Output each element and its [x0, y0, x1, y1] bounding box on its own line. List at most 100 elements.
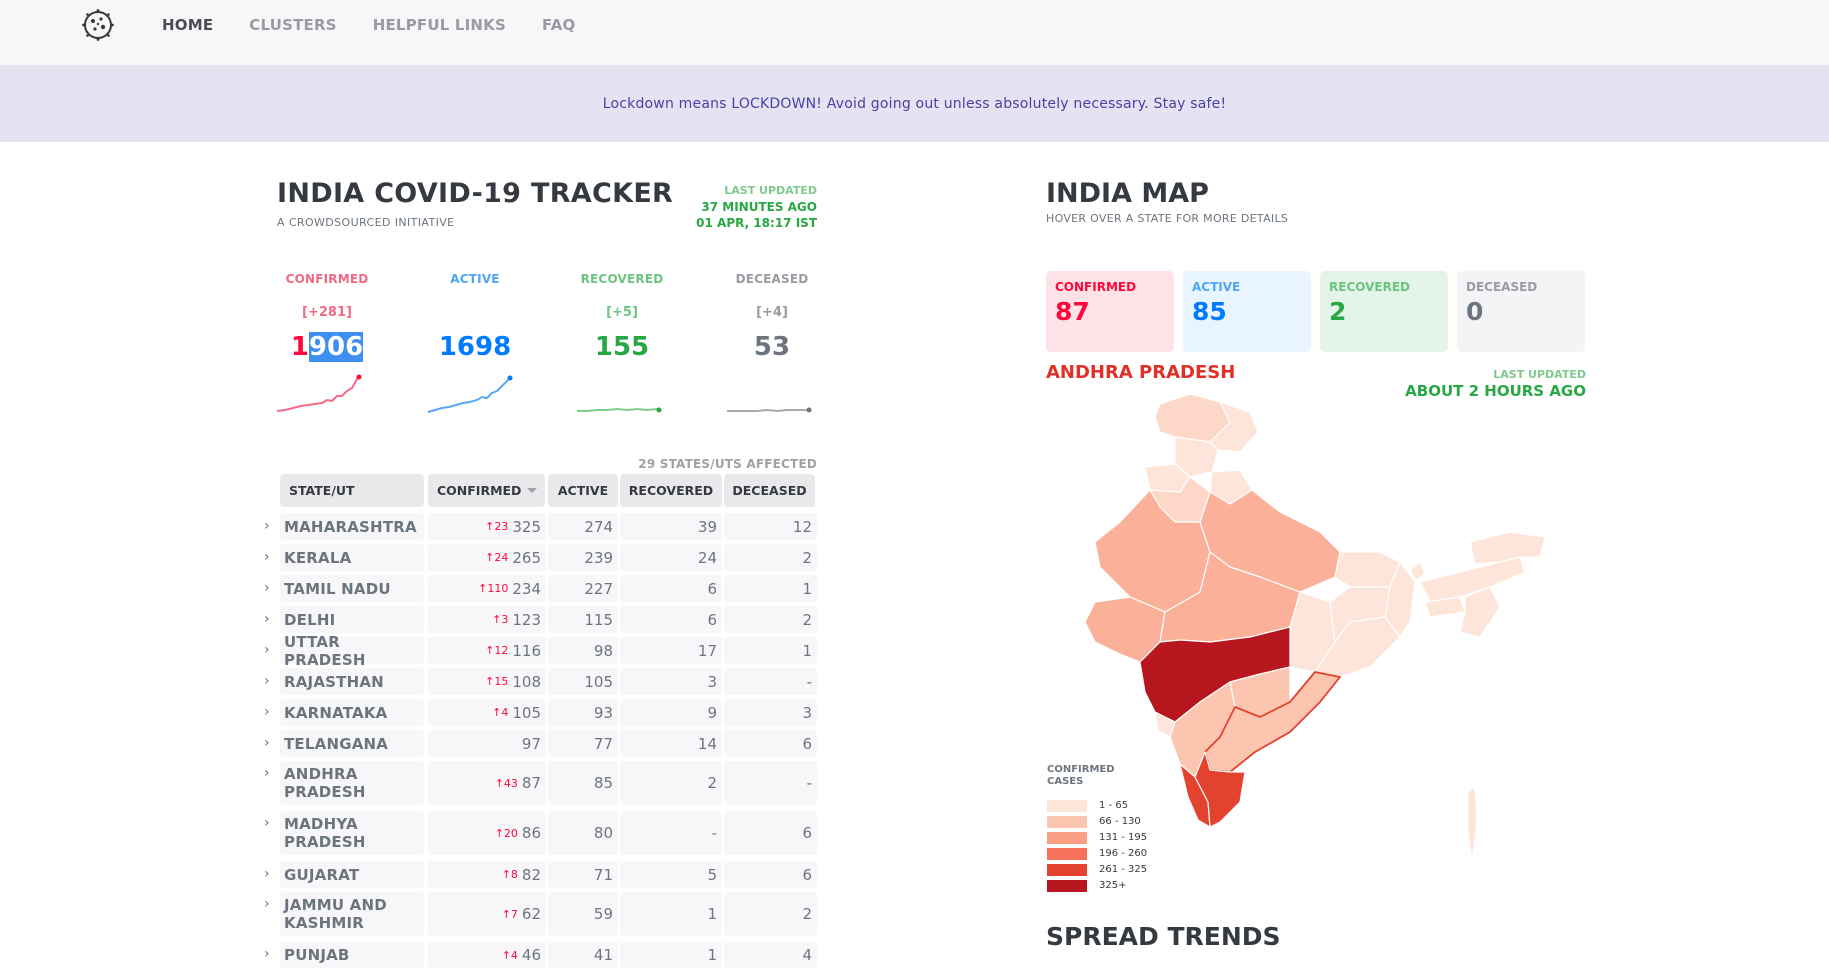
level-recovered: RECOVERED [+5] 155 [567, 272, 677, 362]
row-delta: ↑3 [492, 613, 509, 626]
level-recovered-value: 155 [594, 332, 650, 362]
row-confirmed: ↑110 234 [428, 575, 546, 602]
map-state-bihar[interactable] [1334, 551, 1401, 588]
legend-swatch [1047, 864, 1087, 876]
level-recovered-delta: [+5] [606, 305, 638, 320]
nav-faq[interactable]: FAQ [542, 16, 576, 34]
chevron-right-icon[interactable]: › [264, 642, 270, 658]
header-state[interactable]: STATE/UT [280, 474, 424, 507]
table-row[interactable]: › PUNJAB ↑4 46 41 1 4 [260, 942, 820, 968]
navbar: HOME CLUSTERS HELPFUL LINKS FAQ [0, 0, 1829, 65]
row-active: 41 [548, 942, 618, 968]
row-recovered: - [620, 811, 722, 855]
legend-label: 1 - 65 [1099, 800, 1129, 811]
level-confirmed-delta: [+281] [302, 305, 352, 320]
row-deceased: - [724, 668, 817, 695]
row-deceased: 6 [724, 730, 817, 757]
map-state-sikkim[interactable] [1409, 561, 1426, 581]
chevron-right-icon[interactable]: › [264, 815, 270, 831]
map-confirmed-box: CONFIRMED 87 [1046, 271, 1174, 352]
table-row[interactable]: › MAHARASHTRA ↑23 325 274 39 12 [260, 513, 820, 540]
row-confirmed-value: 86 [521, 824, 541, 842]
row-recovered: 3 [620, 668, 722, 695]
row-recovered: 39 [620, 513, 722, 540]
states-affected-count: 29 STATES/UTS AFFECTED [638, 457, 817, 471]
header-active[interactable]: ACTIVE [548, 474, 618, 507]
chevron-right-icon[interactable]: › [264, 765, 270, 781]
level-confirmed: CONFIRMED [+281] 1906 [272, 272, 382, 362]
legend-swatch [1047, 800, 1087, 812]
deceased-sparkline [727, 407, 812, 413]
table-row[interactable]: › TAMIL NADU ↑110 234 227 6 1 [260, 575, 820, 602]
table-row[interactable]: › KERALA ↑24 265 239 24 2 [260, 544, 820, 571]
chevron-right-icon[interactable]: › [264, 946, 270, 962]
row-confirmed: ↑4 105 [428, 699, 546, 726]
header-deceased[interactable]: DECEASED [724, 474, 815, 507]
confirmed-sparkline [276, 374, 362, 412]
chevron-right-icon[interactable]: › [264, 518, 270, 534]
row-confirmed: ↑8 82 [428, 861, 546, 888]
chevron-right-icon[interactable]: › [264, 866, 270, 882]
row-confirmed: ↑12 116 [428, 637, 546, 664]
row-recovered: 1 [620, 942, 722, 968]
level-confirmed-label: CONFIRMED [285, 272, 369, 286]
table-row[interactable]: › KARNATAKA ↑4 105 93 9 3 [260, 699, 820, 726]
row-deceased: 1 [724, 637, 817, 664]
last-updated-label: LAST UPDATED [724, 184, 817, 197]
row-state: UTTAR PRADESH [280, 633, 424, 669]
row-active: 85 [548, 761, 618, 805]
row-state: TAMIL NADU [280, 575, 424, 602]
row-active: 239 [548, 544, 618, 571]
legend-title: CONFIRMED [1047, 764, 1115, 775]
chevron-right-icon[interactable]: › [264, 549, 270, 565]
chevron-right-icon[interactable]: › [264, 896, 270, 912]
chevron-right-icon[interactable]: › [264, 735, 270, 751]
header-deceased-label: DECEASED [732, 483, 807, 498]
map-title: INDIA MAP [1046, 178, 1209, 209]
table-row[interactable]: › ANDHRA PRADESH ↑43 87 85 2 - [260, 761, 820, 805]
row-delta: ↑20 [494, 826, 518, 840]
row-confirmed-value: 325 [512, 517, 541, 536]
row-confirmed: ↑20 86 [428, 811, 546, 855]
map-recovered-value: 2 [1329, 297, 1347, 326]
table-row[interactable]: › DELHI ↑3 123 115 6 2 [260, 606, 820, 633]
level-recovered-label: RECOVERED [580, 272, 664, 286]
row-state: RAJASTHAN [280, 668, 424, 695]
chevron-right-icon[interactable]: › [264, 611, 270, 627]
row-state: DELHI [280, 606, 424, 633]
chevron-right-icon[interactable]: › [264, 673, 270, 689]
row-confirmed: ↑15 108 [428, 668, 546, 695]
legend-swatch [1047, 848, 1087, 860]
level-active-label: ACTIVE [450, 272, 500, 286]
row-deceased: - [724, 761, 817, 805]
nav-clusters[interactable]: CLUSTERS [249, 16, 336, 34]
nav-home[interactable]: HOME [162, 16, 213, 34]
row-confirmed: ↑3 123 [428, 606, 546, 633]
level-confirmed-value-a: 1 [290, 332, 309, 362]
legend-item: 325+ [1047, 880, 1157, 892]
chevron-right-icon[interactable]: › [264, 580, 270, 596]
row-active: 227 [548, 575, 618, 602]
row-recovered: 6 [620, 606, 722, 633]
header-confirmed[interactable]: CONFIRMED [428, 474, 545, 507]
table-row[interactable]: › TELANGANA 97 77 14 6 [260, 730, 820, 757]
table-row[interactable]: › UTTAR PRADESH ↑12 116 98 17 1 [260, 633, 820, 669]
header-active-label: ACTIVE [557, 483, 609, 498]
row-deceased: 2 [724, 544, 817, 571]
row-state: TELANGANA [280, 730, 424, 757]
table-row[interactable]: › JAMMU AND KASHMIR ↑7 62 59 1 2 [260, 892, 820, 936]
row-state: KERALA [280, 544, 424, 571]
chevron-right-icon[interactable]: › [264, 704, 270, 720]
table-row[interactable]: › GUJARAT ↑8 82 71 5 6 [260, 861, 820, 888]
table-row[interactable]: › RAJASTHAN ↑15 108 105 3 - [260, 668, 820, 695]
nav-helpful-links[interactable]: HELPFUL LINKS [373, 16, 506, 34]
header-recovered[interactable]: RECOVERED [620, 474, 722, 507]
row-confirmed-value: 46 [521, 946, 541, 964]
virus-logo-icon[interactable] [82, 9, 114, 41]
map-state-andaman[interactable] [1467, 786, 1478, 863]
row-recovered: 6 [620, 575, 722, 602]
map-state-arunachal[interactable] [1469, 531, 1546, 565]
table-row[interactable]: › MADHYA PRADESH ↑20 86 80 - 6 [260, 811, 820, 855]
row-delta: ↑8 [501, 868, 518, 881]
map-active-label: ACTIVE [1192, 280, 1241, 294]
